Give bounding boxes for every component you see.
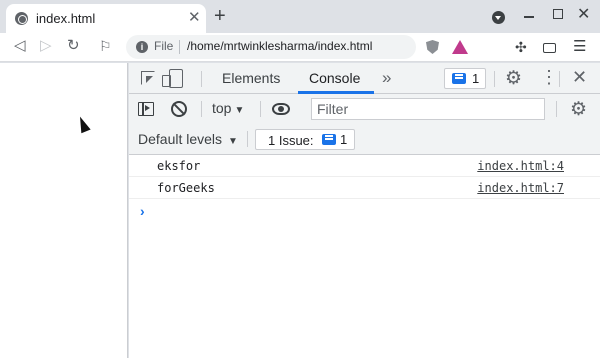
- tab-title: index.html: [36, 11, 96, 26]
- tab-console[interactable]: Console: [309, 70, 360, 86]
- device-toolbar-icon[interactable]: [162, 69, 183, 88]
- reload-icon[interactable]: ↻: [67, 36, 80, 56]
- devtools-tab-bar: Elements Console » 1 ⚙ ⋮ ✕: [129, 63, 600, 94]
- console-settings-gear-icon[interactable]: ⚙: [570, 100, 587, 119]
- issue-badge-count: 1: [472, 71, 480, 86]
- issue-icon: [322, 134, 336, 145]
- back-icon[interactable]: ◁: [14, 36, 26, 56]
- console-message: eksfor index.html:4: [129, 155, 600, 177]
- window-close-icon[interactable]: ✕: [577, 4, 590, 24]
- inspect-element-icon[interactable]: [141, 71, 155, 85]
- context-value: top: [212, 100, 232, 116]
- issues-label: 1 Issue:: [268, 133, 314, 148]
- divider: [559, 71, 560, 87]
- sidebar-toggle-icon[interactable]: [138, 102, 154, 116]
- source-link[interactable]: index.html:4: [477, 159, 564, 173]
- browser-tab[interactable]: index.html ✕: [6, 4, 206, 33]
- tab-strip: index.html ✕ + ✕: [0, 0, 600, 33]
- omnibox-divider: [179, 40, 180, 54]
- brave-rewards-icon[interactable]: [452, 40, 468, 54]
- issue-icon: [452, 73, 466, 84]
- settings-gear-icon[interactable]: ⚙: [505, 69, 522, 88]
- page-viewport[interactable]: [0, 63, 128, 358]
- tab-search-icon[interactable]: [492, 11, 505, 24]
- extensions-icon[interactable]: ✣: [515, 39, 527, 56]
- forward-icon[interactable]: ▷: [40, 36, 52, 56]
- console-message: forGeeks index.html:7: [129, 177, 600, 199]
- minimize-icon[interactable]: [524, 16, 534, 18]
- scheme-label: File: [154, 39, 174, 53]
- clear-console-icon[interactable]: [171, 101, 187, 117]
- address-bar[interactable]: i File /home/mrtwinklesharma/index.html: [126, 35, 416, 59]
- chevron-down-icon: ▼: [228, 136, 238, 147]
- log-levels-dropdown[interactable]: Default levels ▼: [138, 131, 238, 147]
- maximize-icon[interactable]: [553, 9, 563, 19]
- browser-toolbar: ◁ ▷ ↻ ⚐ i File /home/mrtwinklesharma/ind…: [0, 33, 600, 62]
- more-tabs-icon[interactable]: »: [382, 68, 392, 88]
- tab-elements[interactable]: Elements: [222, 70, 280, 86]
- console-toolbar: top▼ ⚙: [129, 94, 600, 124]
- url-text[interactable]: /home/mrtwinklesharma/index.html: [187, 39, 372, 53]
- console-levels-bar: Default levels ▼ 1 Issue: 1: [129, 124, 600, 155]
- levels-label: Default levels: [138, 131, 223, 147]
- chevron-down-icon: ▼: [234, 105, 245, 116]
- divider: [556, 101, 557, 117]
- globe-icon: [15, 12, 28, 25]
- new-tab-plus-icon[interactable]: +: [214, 5, 226, 27]
- console-message-text: forGeeks: [157, 181, 215, 195]
- divider: [247, 131, 248, 147]
- brave-shield-icon[interactable]: [426, 40, 439, 54]
- issues-count: 1: [340, 132, 348, 147]
- menu-icon[interactable]: ☰: [573, 37, 586, 55]
- divider: [201, 71, 202, 87]
- devtools-close-icon[interactable]: ✕: [572, 67, 587, 87]
- filter-input[interactable]: [311, 98, 545, 120]
- divider: [201, 101, 202, 117]
- tab-close-icon[interactable]: ✕: [188, 9, 201, 27]
- more-options-icon[interactable]: ⋮: [540, 68, 558, 87]
- divider: [260, 101, 261, 117]
- devtools-panel: Elements Console » 1 ⚙ ⋮ ✕ top▼ ⚙ Defaul…: [129, 63, 600, 358]
- issues-button[interactable]: 1 Issue: 1: [255, 129, 355, 150]
- source-link[interactable]: index.html:7: [477, 181, 564, 195]
- mouse-cursor-icon: [75, 114, 91, 134]
- issues-badge-button[interactable]: 1: [444, 68, 486, 89]
- bookmark-icon[interactable]: ⚐: [99, 36, 112, 56]
- console-message-text: eksfor: [157, 159, 201, 173]
- console-messages: eksfor index.html:4 forGeeks index.html:…: [129, 155, 600, 199]
- live-expression-eye-icon[interactable]: [272, 103, 290, 115]
- divider: [494, 71, 495, 87]
- console-prompt-icon[interactable]: ›: [140, 203, 145, 219]
- wallet-icon[interactable]: [543, 43, 556, 53]
- info-icon[interactable]: i: [136, 41, 148, 53]
- context-selector[interactable]: top ▼: [212, 100, 244, 116]
